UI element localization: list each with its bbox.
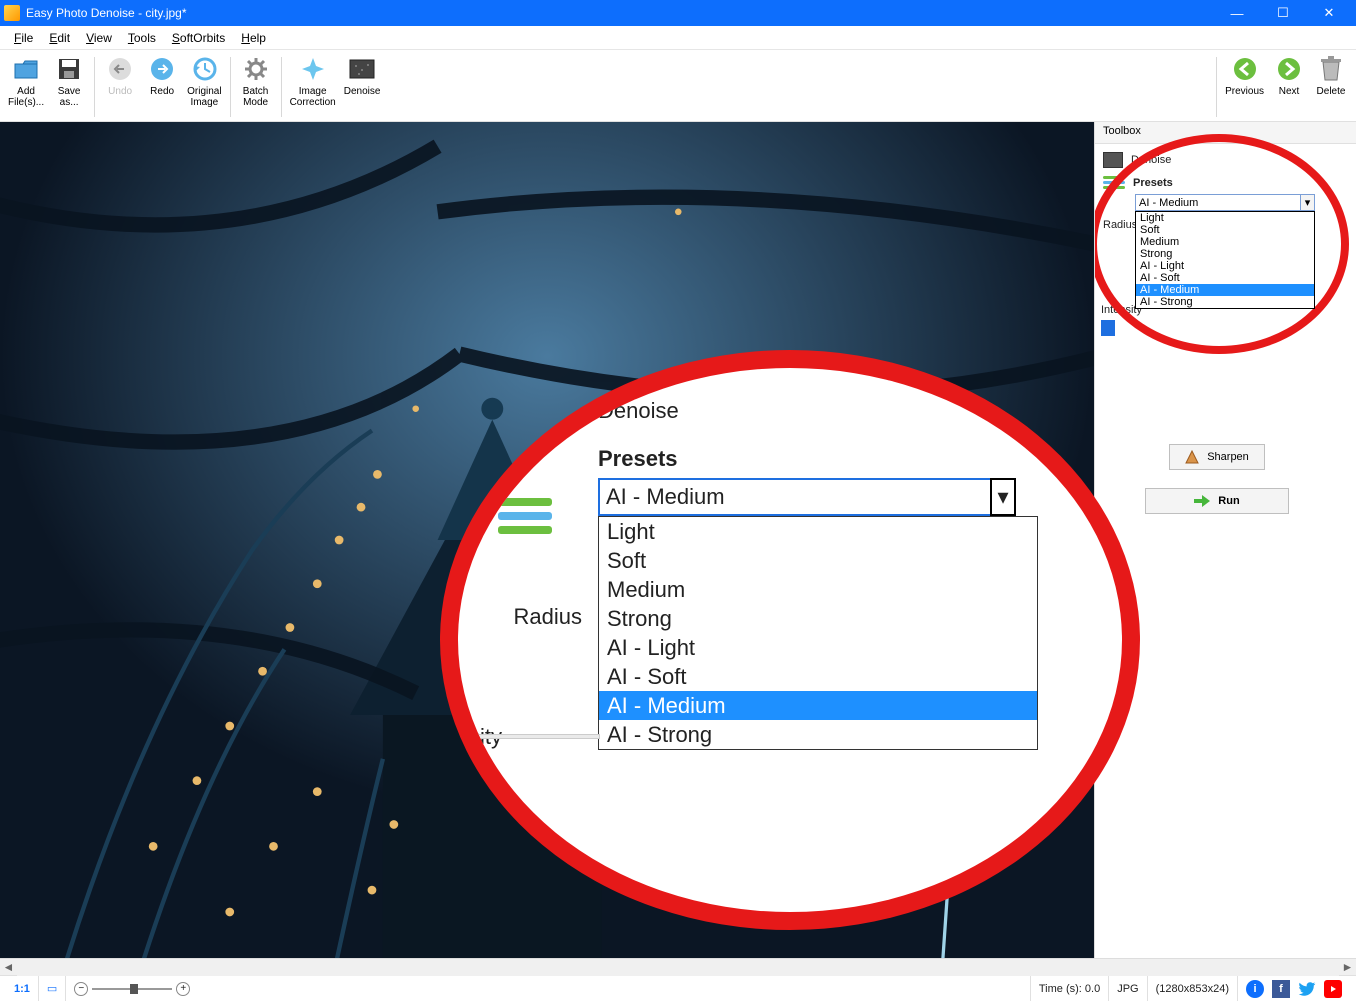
preset-option[interactable]: AI - Medium [599, 691, 1037, 720]
app-icon [4, 5, 20, 21]
menu-help[interactable]: Help [233, 29, 274, 47]
maximize-button[interactable]: ☐ [1260, 0, 1306, 26]
zoom-presets-label: Presets [598, 446, 1140, 472]
preset-option[interactable]: Light [599, 517, 1037, 546]
minimize-button[interactable]: — [1214, 0, 1260, 26]
chevron-down-icon: ▾ [1300, 195, 1314, 210]
menu-view[interactable]: View [78, 29, 120, 47]
sharpen-icon [1185, 450, 1199, 464]
folder-icon [12, 55, 40, 83]
add-files-button[interactable]: Add File(s)... [4, 53, 48, 110]
info-icon[interactable]: i [1246, 980, 1264, 998]
image-correction-button[interactable]: Image Correction [286, 53, 340, 110]
youtube-icon[interactable] [1324, 980, 1342, 998]
sparkle-icon [299, 55, 327, 83]
annotation-circle-large: Denoise Presets AI - Medium ▾ LightSoftM… [440, 350, 1140, 930]
zoom-slider[interactable]: − + [65, 976, 198, 1001]
toolbox-panel: Toolbox Denoise Presets AI - Medium ▾ Li… [1094, 122, 1356, 958]
batch-mode-button[interactable]: Batch Mode [235, 53, 277, 110]
preset-option[interactable]: AI - Strong [599, 720, 1037, 749]
close-button[interactable]: ✕ [1306, 0, 1352, 26]
menu-softorbits[interactable]: SoftOrbits [164, 29, 233, 47]
presets-select[interactable]: AI - Medium ▾ [1135, 194, 1315, 211]
intensity-slider-thumb[interactable] [1101, 320, 1115, 336]
zoom-section-label: Denoise [598, 398, 1140, 424]
status-time: Time (s): 0.0 [1030, 976, 1108, 1001]
toolbox-title: Toolbox [1095, 122, 1356, 144]
preset-option[interactable]: AI - Soft [1136, 272, 1314, 284]
run-button[interactable]: Run [1145, 488, 1289, 514]
save-icon [55, 55, 83, 83]
twitter-icon[interactable] [1298, 980, 1316, 998]
presets-label: Presets [1133, 177, 1173, 189]
presets-select-value: AI - Medium [1139, 197, 1198, 209]
preset-option[interactable]: Medium [599, 575, 1037, 604]
denoise-section-icon [1103, 152, 1123, 168]
sharpen-button[interactable]: Sharpen [1169, 444, 1265, 470]
trash-icon [1317, 55, 1345, 83]
denoise-button[interactable]: Denoise [340, 53, 385, 99]
preset-option[interactable]: Light [1136, 212, 1314, 224]
previous-button[interactable]: Previous [1221, 53, 1268, 99]
preset-option[interactable]: AI - Light [599, 633, 1037, 662]
preset-option[interactable]: AI - Strong [1136, 296, 1314, 308]
run-icon [1194, 495, 1210, 507]
zoom-out-icon[interactable]: − [74, 982, 88, 996]
scroll-right-icon[interactable]: ► [1339, 959, 1356, 976]
statusbar: 1:1 ▭ − + Time (s): 0.0 JPG (1280x853x24… [0, 975, 1356, 1001]
undo-icon [106, 55, 134, 83]
zoom-ratio[interactable]: 1:1 [6, 976, 38, 1001]
window-title: Easy Photo Denoise - city.jpg* [26, 6, 1214, 20]
zoom-in-icon[interactable]: + [176, 982, 190, 996]
preset-option[interactable]: Strong [1136, 248, 1314, 260]
status-format: JPG [1108, 976, 1146, 1001]
preset-option[interactable]: AI - Light [1136, 260, 1314, 272]
zoom-radius-label: Radius [498, 604, 582, 630]
preset-option[interactable]: Strong [599, 604, 1037, 633]
chevron-down-icon: ▾ [990, 478, 1016, 516]
gear-icon [242, 55, 270, 83]
denoise-icon [348, 55, 376, 83]
zoom-intensity-slider[interactable] [440, 734, 600, 739]
zoom-denoise-icon [508, 408, 542, 434]
denoise-section-label: Denoise [1131, 154, 1171, 166]
preset-option[interactable]: Medium [1136, 236, 1314, 248]
preset-option[interactable]: Soft [1136, 224, 1314, 236]
horizontal-scrollbar[interactable]: ◄ ► [0, 958, 1356, 975]
zoom-presets-icon [498, 498, 552, 534]
delete-button[interactable]: Delete [1310, 53, 1352, 99]
zoom-presets-select[interactable]: AI - Medium ▾ [598, 478, 1016, 516]
menu-file[interactable]: File [6, 29, 41, 47]
previous-icon [1231, 55, 1259, 83]
preset-option[interactable]: AI - Soft [599, 662, 1037, 691]
fit-icon[interactable]: ▭ [38, 976, 65, 1001]
titlebar: Easy Photo Denoise - city.jpg* — ☐ ✕ [0, 0, 1356, 26]
presets-dropdown[interactable]: LightSoftMediumStrongAI - LightAI - Soft… [1135, 211, 1315, 309]
redo-icon [148, 55, 176, 83]
zoom-presets-dropdown[interactable]: LightSoftMediumStrongAI - LightAI - Soft… [598, 516, 1038, 750]
undo-button[interactable]: Undo [99, 53, 141, 99]
next-button[interactable]: Next [1268, 53, 1310, 99]
facebook-icon[interactable]: f [1272, 980, 1290, 998]
menu-edit[interactable]: Edit [41, 29, 78, 47]
preset-option[interactable]: Soft [599, 546, 1037, 575]
next-icon [1275, 55, 1303, 83]
toolbar: Add File(s)... Save as... Undo Redo Orig… [0, 50, 1356, 122]
menu-tools[interactable]: Tools [120, 29, 164, 47]
status-dimensions: (1280x853x24) [1147, 976, 1237, 1001]
save-as-button[interactable]: Save as... [48, 53, 90, 110]
redo-button[interactable]: Redo [141, 53, 183, 99]
scroll-left-icon[interactable]: ◄ [0, 959, 17, 976]
presets-icon [1103, 176, 1125, 190]
menubar: File Edit View Tools SoftOrbits Help [0, 26, 1356, 50]
preset-option[interactable]: AI - Medium [1136, 284, 1314, 296]
original-image-button[interactable]: Original Image [183, 53, 225, 110]
history-icon [190, 55, 218, 83]
